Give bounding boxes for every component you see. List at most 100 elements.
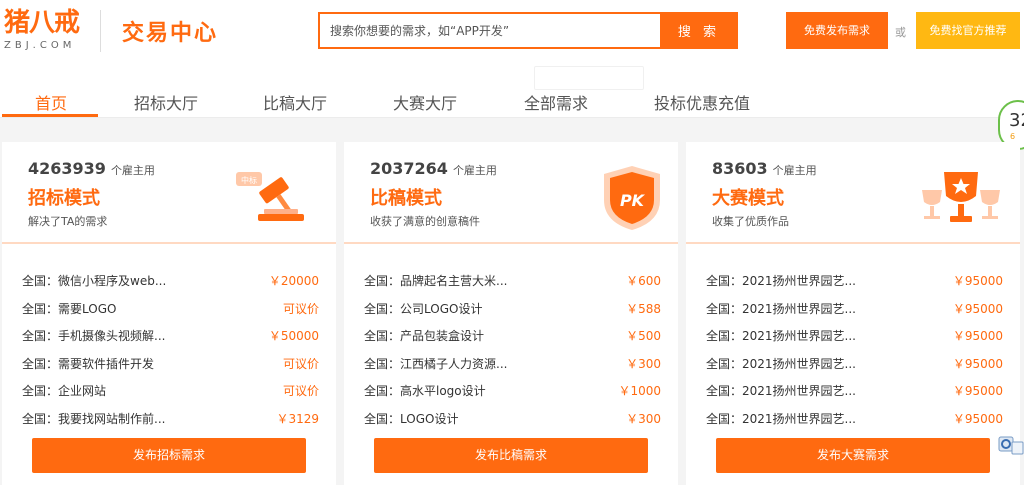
card-bidding-mode: 4263939 个雇主用 招标模式 解决了TA的需求 中标 全国：微信小程序及we…	[2, 142, 336, 485]
list-item[interactable]: 全国：江西橘子人力资源... ￥300	[364, 349, 664, 377]
demand-list: 全国：品牌起名主营大米... ￥600 全国：公司LOGO设计 ￥588 全国：产品…	[364, 266, 664, 431]
demand-list: 全国：2021扬州世界园艺... ￥95000 全国：2021扬州世界园艺... ￥…	[706, 266, 1006, 431]
site-header: 猪八戒 ZBJ.COM 交易中心 搜 索 免费发布需求 或 免费找官方推荐 首页…	[0, 0, 1024, 118]
gavel-icon: 中标	[236, 172, 304, 221]
item-price: ￥20000	[268, 274, 319, 288]
count-unit: 个雇主用	[110, 164, 155, 177]
item-price: ￥588	[626, 301, 661, 316]
list-item[interactable]: 全国：手机摄像头视频解... ￥50000	[22, 321, 322, 349]
list-item[interactable]: 全国：需要LOGO 可议价	[22, 294, 322, 322]
nav-item-pitch-hall[interactable]: 比稿大厅	[263, 90, 327, 114]
main-nav: 首页 招标大厅 比稿大厅 大赛大厅 全部需求 投标优惠充值	[0, 80, 1024, 118]
item-title: 全国：微信小程序及web...	[22, 274, 167, 288]
list-item[interactable]: 全国：微信小程序及web... ￥20000	[22, 266, 322, 294]
item-title: 全国：2021扬州世界园艺...	[706, 329, 856, 343]
count-value: 2037264	[370, 159, 448, 178]
publish-bidding-button[interactable]: 发布招标需求	[32, 438, 306, 473]
search-input[interactable]	[320, 14, 660, 47]
item-title: 全国：需要LOGO	[22, 301, 117, 316]
list-item[interactable]: 全国：2021扬州世界园艺... ￥95000	[706, 266, 1006, 294]
item-title: 全国：2021扬州世界园艺...	[706, 411, 856, 426]
pk-shield-icon: PK	[604, 166, 660, 230]
item-title: 全国：公司LOGO设计	[364, 301, 483, 316]
mode-title: 比稿模式	[370, 188, 442, 209]
list-item[interactable]: 全国：2021扬州世界园艺... ￥95000	[706, 404, 1006, 432]
item-price: ￥600	[626, 274, 661, 288]
trophy-icon	[922, 172, 1000, 222]
item-price: ￥95000	[952, 329, 1003, 343]
search-box	[318, 12, 660, 49]
list-item[interactable]: 全国：2021扬州世界园艺... ￥95000	[706, 294, 1006, 322]
list-item[interactable]: 全国：2021扬州世界园艺... ￥95000	[706, 321, 1006, 349]
item-title: 全国：2021扬州世界园艺...	[706, 301, 856, 316]
mode-desc: 收获了满意的创意稿件	[370, 215, 480, 228]
item-price: 可议价	[282, 356, 319, 371]
side-toolbar-icon[interactable]	[998, 436, 1024, 458]
nav-item-home[interactable]: 首页	[35, 90, 67, 114]
list-item[interactable]: 全国：2021扬州世界园艺... ￥95000	[706, 349, 1006, 377]
item-price: ￥95000	[952, 274, 1003, 288]
item-price: ￥300	[626, 356, 661, 371]
count-value: 4263939	[28, 159, 106, 178]
list-item[interactable]: 全国：2021扬州世界园艺... ￥95000	[706, 376, 1006, 404]
list-item[interactable]: 全国：需要软件插件开发 可议价	[22, 349, 322, 377]
item-price: ￥95000	[952, 384, 1003, 398]
or-separator: 或	[895, 26, 906, 39]
employer-count: 4263939 个雇主用	[28, 159, 155, 178]
item-title: 全国：2021扬州世界园艺...	[706, 274, 856, 288]
item-title: 全国：2021扬州世界园艺...	[706, 356, 856, 371]
item-price: ￥1000	[618, 384, 661, 398]
card-header: 2037264 个雇主用 比稿模式 收获了满意的创意稿件 PK	[344, 142, 678, 244]
zbj-logo[interactable]: 猪八戒 ZBJ.COM	[4, 8, 88, 56]
publish-pitch-button[interactable]: 发布比稿需求	[374, 438, 648, 473]
list-item[interactable]: 全国：高水平logo设计 ￥1000	[364, 376, 664, 404]
item-title: 全国：高水平logo设计	[364, 384, 486, 398]
item-title: 全国：我要找网站制作前...	[22, 411, 166, 426]
official-recommend-button[interactable]: 免费找官方推荐	[916, 12, 1020, 49]
item-title: 全国：手机摄像头视频解...	[22, 329, 166, 343]
count-unit: 个雇主用	[452, 164, 497, 177]
list-item[interactable]: 全国：品牌起名主营大米... ￥600	[364, 266, 664, 294]
list-item[interactable]: 全国：产品包装盒设计 ￥500	[364, 321, 664, 349]
search-button[interactable]: 搜 索	[660, 12, 738, 49]
item-price: ￥95000	[952, 301, 1003, 316]
mode-desc: 收集了优质作品	[712, 215, 789, 228]
demand-list: 全国：微信小程序及web... ￥20000 全国：需要LOGO 可议价 全国：手机…	[22, 266, 322, 431]
item-price: 可议价	[282, 384, 319, 398]
logo-divider	[100, 10, 101, 52]
nav-active-indicator	[2, 114, 98, 117]
item-title: 全国：2021扬州世界园艺...	[706, 384, 856, 398]
section-title: 交易中心	[122, 21, 219, 46]
logo-domain: ZBJ.COM	[4, 40, 76, 51]
employer-count: 2037264 个雇主用	[370, 159, 497, 178]
badge-number: 32	[1009, 110, 1024, 131]
nav-item-all-demands[interactable]: 全部需求	[524, 90, 588, 114]
item-price: ￥500	[626, 329, 661, 343]
count-unit: 个雇主用	[772, 164, 817, 177]
employer-count: 83603 个雇主用	[712, 159, 817, 178]
nav-item-contest-hall[interactable]: 大赛大厅	[393, 90, 457, 114]
item-price: ￥95000	[952, 356, 1003, 371]
list-item[interactable]: 全国：LOGO设计 ￥300	[364, 404, 664, 432]
mode-desc: 解决了TA的需求	[28, 215, 108, 228]
item-price: ￥3129	[276, 411, 319, 426]
card-pitch-mode: 2037264 个雇主用 比稿模式 收获了满意的创意稿件 PK 全国：品牌起名主营…	[344, 142, 678, 485]
list-item[interactable]: 全国：企业网站 可议价	[22, 376, 322, 404]
nav-item-bidding-hall[interactable]: 招标大厅	[134, 90, 198, 114]
icon-tag-text: 中标	[241, 175, 257, 185]
publish-demand-button[interactable]: 免费发布需求	[786, 12, 888, 49]
publish-contest-button[interactable]: 发布大赛需求	[716, 438, 990, 473]
card-contest-mode: 83603 个雇主用 大赛模式 收集了优质作品 全国：2021扬州世界园艺... ￥…	[686, 142, 1020, 485]
item-title: 全国：企业网站	[22, 384, 107, 398]
count-value: 83603	[712, 159, 768, 178]
mode-title: 大赛模式	[712, 188, 784, 209]
mode-title: 招标模式	[28, 188, 100, 209]
nav-item-bid-recharge[interactable]: 投标优惠充值	[654, 90, 750, 114]
list-item[interactable]: 全国：我要找网站制作前... ￥3129	[22, 404, 322, 432]
list-item[interactable]: 全国：公司LOGO设计 ￥588	[364, 294, 664, 322]
logo-text: 猪八戒	[4, 8, 80, 38]
item-title: 全国：LOGO设计	[364, 411, 459, 426]
item-price: ￥95000	[952, 411, 1003, 426]
item-price: 可议价	[282, 301, 319, 316]
item-title: 全国：品牌起名主营大米...	[364, 274, 508, 288]
